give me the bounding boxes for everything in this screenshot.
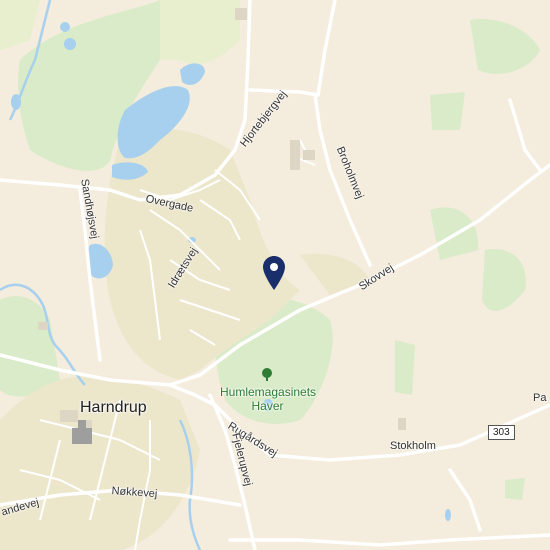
location-pin-icon[interactable]	[263, 256, 285, 295]
poi-label-line2: Haver	[251, 399, 284, 413]
map-canvas[interactable]: Harndrup Overgade Idrætsvej Hjortebjergv…	[0, 0, 550, 550]
poi-label-humlemagasinets-haver[interactable]: Humlemagasinets Haver	[220, 385, 317, 413]
place-label-pa: Pa	[533, 392, 547, 404]
poi-label-line1: Humlemagasinets	[220, 385, 317, 399]
place-label-stokholm: Stokholm	[390, 440, 436, 452]
town-label-harndrup: Harndrup	[80, 399, 147, 416]
route-shield-303: 303	[488, 425, 515, 440]
